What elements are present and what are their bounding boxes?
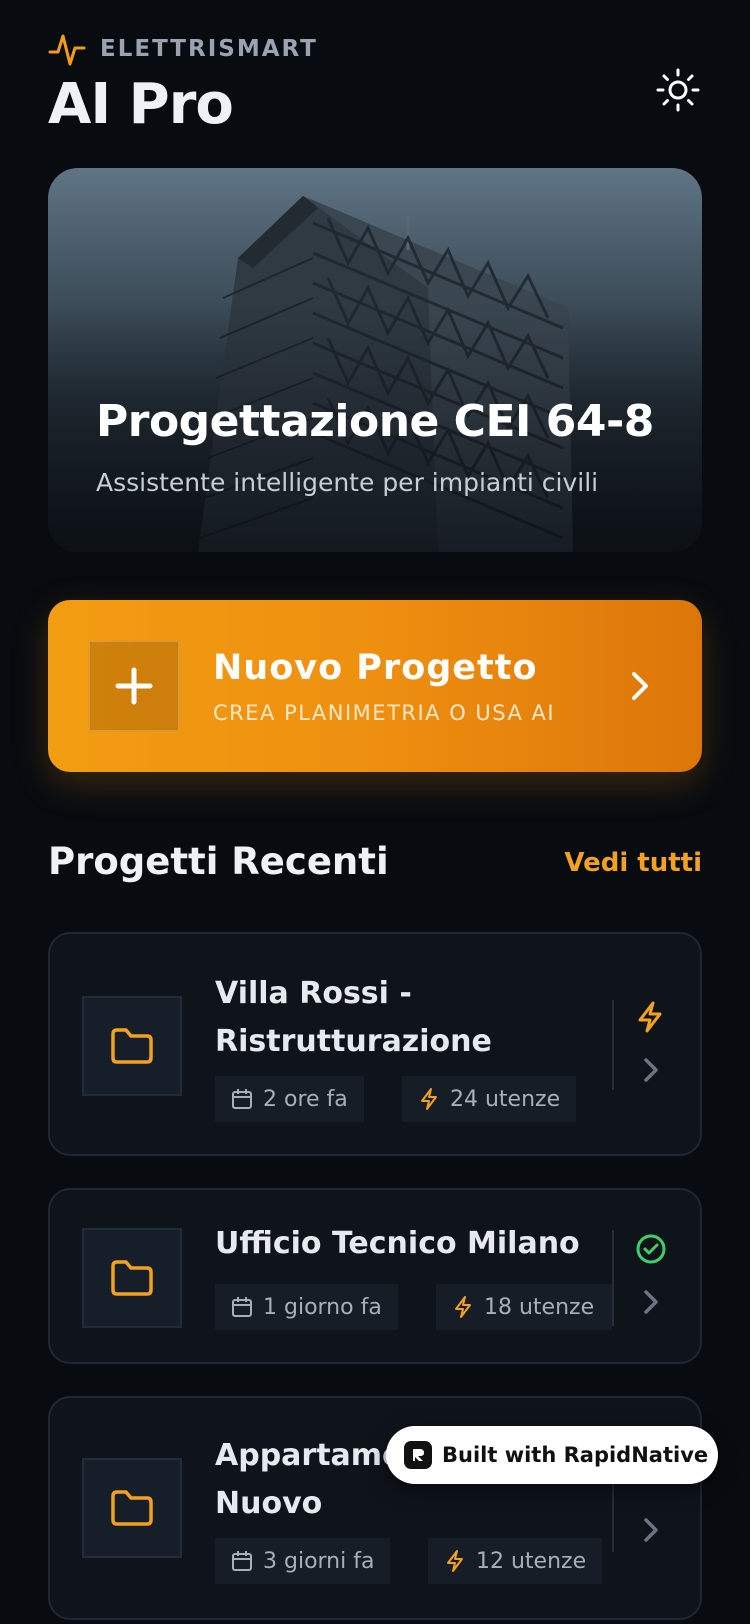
chevron-right-icon — [644, 1058, 658, 1082]
project-time: 3 giorni fa — [263, 1548, 375, 1574]
project-loads: 18 utenze — [484, 1294, 595, 1320]
app-header: ELETTRISMART AI Pro — [48, 30, 702, 150]
chevron-right-icon — [644, 1290, 658, 1314]
calendar-icon — [232, 1089, 252, 1109]
rapidnative-logo-icon — [404, 1441, 432, 1469]
brand-row: ELETTRISMART — [48, 30, 702, 68]
bolt-icon — [455, 1296, 471, 1318]
project-name-line: Nuovo — [215, 1486, 323, 1521]
recent-projects-title: Progetti Recenti — [48, 840, 389, 883]
new-project-title: Nuovo Progetto — [213, 648, 538, 688]
folder-icon — [111, 1028, 153, 1064]
new-project-button[interactable]: Nuovo Progetto CREA PLANIMETRIA O USA AI — [48, 600, 702, 772]
loads-chip: 24 utenze — [402, 1076, 577, 1122]
bolt-icon — [421, 1088, 437, 1110]
calendar-icon — [232, 1551, 252, 1571]
time-chip: 1 giorno fa — [215, 1284, 398, 1330]
project-name: Ufficio Tecnico Milano — [215, 1220, 615, 1268]
calendar-icon — [232, 1297, 252, 1317]
time-chip: 3 giorni fa — [215, 1538, 391, 1584]
loads-chip: 18 utenze — [436, 1284, 612, 1330]
pulse-icon — [48, 34, 86, 66]
rapidnative-badge[interactable]: Built with RapidNative — [386, 1426, 718, 1484]
project-card[interactable]: Villa Rossi - Ristrutturazione 2 ore fa … — [48, 932, 702, 1156]
loads-chip: 12 utenze — [428, 1538, 603, 1584]
plus-icon — [115, 667, 153, 705]
card-divider — [612, 1000, 614, 1090]
folder-icon-box — [82, 1458, 182, 1558]
folder-icon-box — [82, 996, 182, 1096]
project-name: Villa Rossi - Ristrutturazione — [215, 970, 595, 1066]
folder-icon — [111, 1490, 153, 1526]
project-card[interactable]: Ufficio Tecnico Milano 1 giorno fa 18 ut… — [48, 1188, 702, 1364]
folder-icon-box — [82, 1228, 182, 1328]
chevron-right-icon — [632, 672, 648, 700]
project-time: 1 giorno fa — [263, 1294, 382, 1320]
time-chip: 2 ore fa — [215, 1076, 364, 1122]
project-name-line: Villa Rossi - — [215, 976, 412, 1011]
folder-icon — [111, 1260, 153, 1296]
theme-toggle-button[interactable] — [654, 66, 702, 114]
check-circle-icon — [636, 1234, 666, 1264]
sun-icon — [656, 68, 700, 112]
project-name-line: Ristrutturazione — [215, 1024, 492, 1059]
project-loads: 24 utenze — [450, 1086, 561, 1112]
chevron-right-icon — [644, 1518, 658, 1542]
hero-banner[interactable]: Progettazione CEI 64-8 Assistente intell… — [48, 168, 702, 552]
badge-label: Built with RapidNative — [442, 1443, 709, 1467]
brand-name: ELETTRISMART — [100, 36, 318, 62]
hero-title: Progettazione CEI 64-8 — [96, 396, 654, 447]
plus-icon-box — [88, 640, 180, 732]
hero-subtitle: Assistente intelligente per impianti civ… — [96, 468, 599, 497]
app-title: AI Pro — [48, 72, 234, 137]
bolt-icon — [447, 1550, 463, 1572]
project-name-line: Ufficio Tecnico Milano — [215, 1226, 580, 1261]
card-divider — [612, 1230, 614, 1326]
new-project-subtitle: CREA PLANIMETRIA O USA AI — [213, 701, 556, 725]
bolt-icon — [638, 1001, 662, 1033]
project-time: 2 ore fa — [263, 1086, 348, 1112]
project-loads: 12 utenze — [476, 1548, 587, 1574]
see-all-link[interactable]: Vedi tutti — [564, 848, 702, 878]
